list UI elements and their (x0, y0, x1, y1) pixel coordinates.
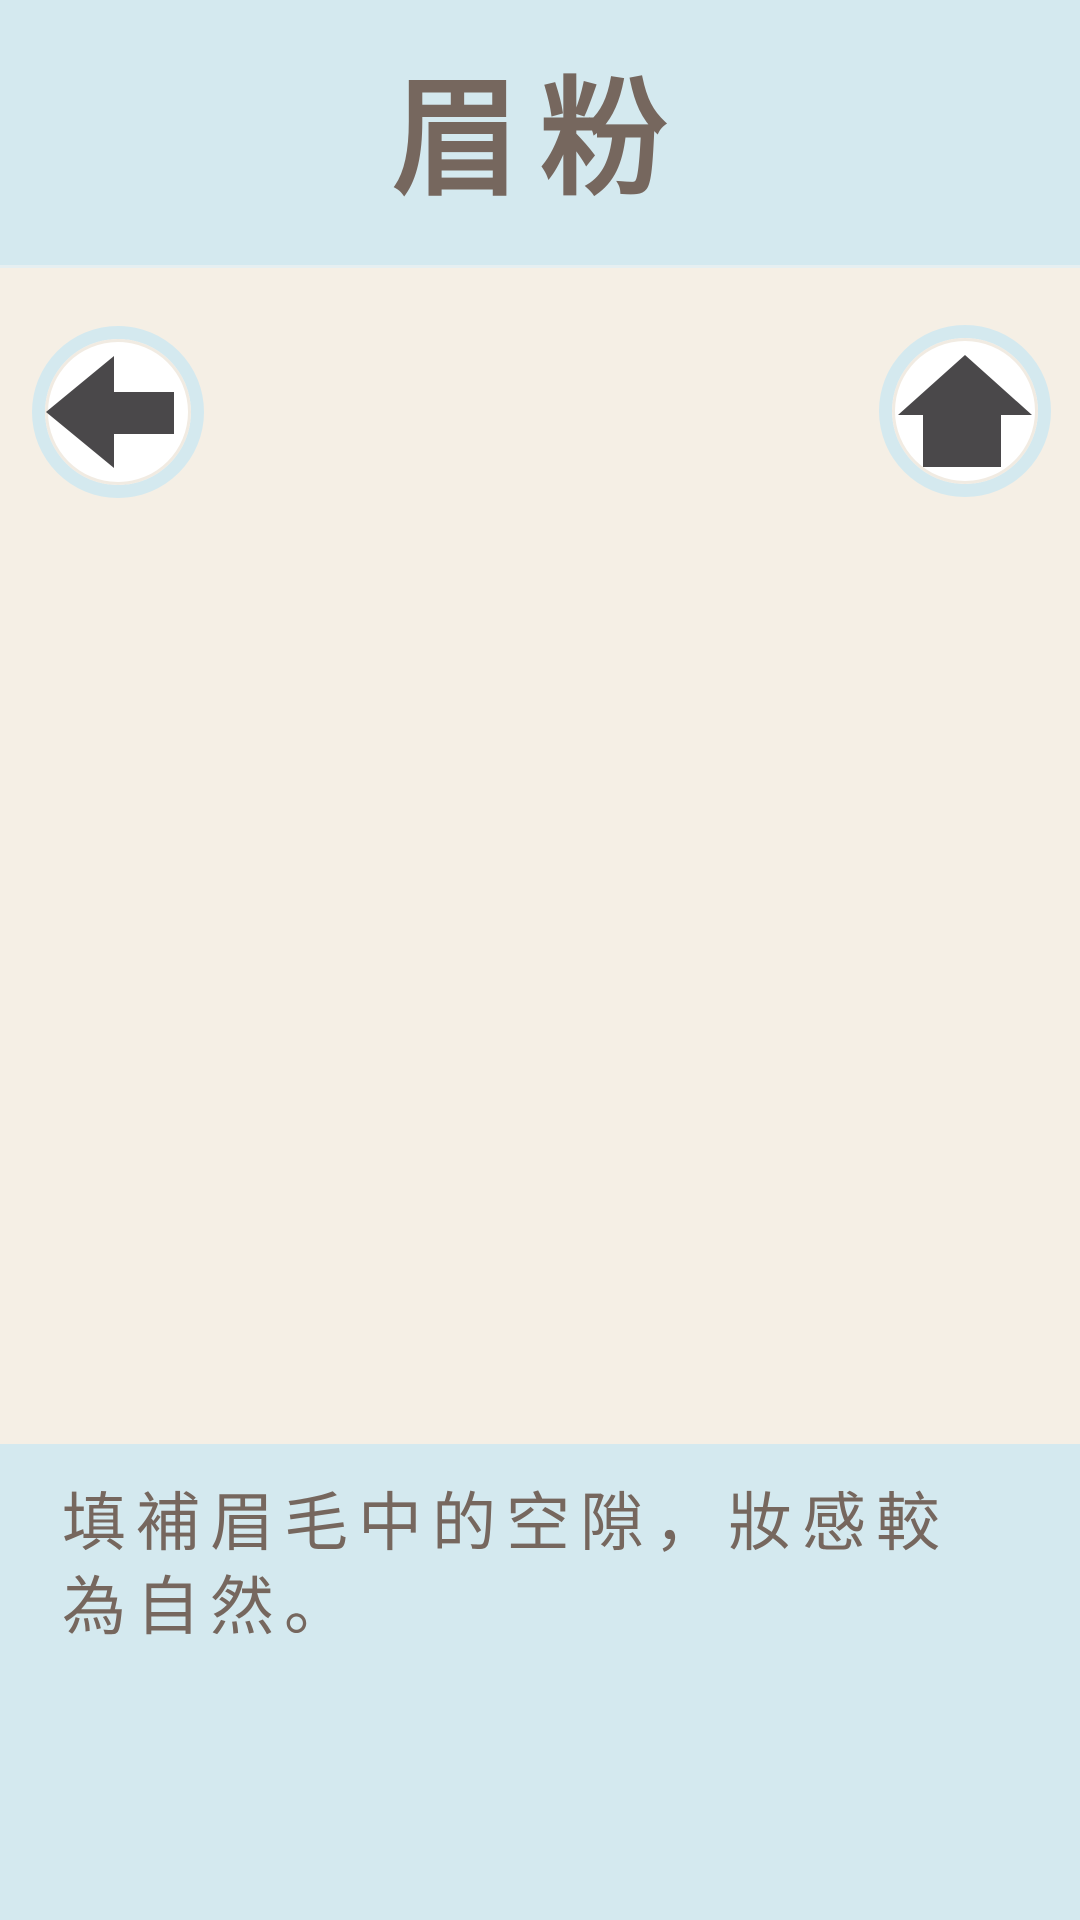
page-title: 眉粉 (391, 65, 688, 214)
header-bar: 眉粉 (0, 0, 1080, 268)
arrow-up-icon (898, 355, 1032, 467)
description-text: 填補眉毛中的空隙，妝感較為自然。 (62, 1487, 950, 1645)
description-panel: 填補眉毛中的空隙，妝感較為自然。 (0, 1444, 1080, 1920)
arrow-left-icon (46, 356, 174, 468)
home-button[interactable] (879, 325, 1051, 497)
back-button[interactable] (32, 326, 204, 498)
